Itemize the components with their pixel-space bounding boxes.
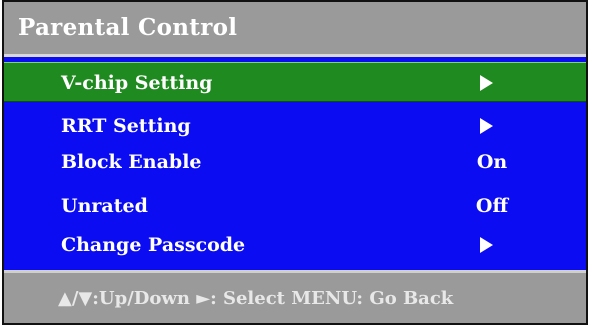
- menu-title: Parental Control: [18, 14, 238, 41]
- footer-hint: ▲/▼:Up/Down ►: Select MENU: Go Back: [58, 288, 454, 309]
- menu-item-label: Block Enable: [61, 151, 202, 173]
- right-arrow-icon: [480, 237, 493, 253]
- footer-hint-bar: ▲/▼:Up/Down ►: Select MENU: Go Back: [4, 270, 586, 323]
- right-arrow-icon: [480, 118, 493, 134]
- right-arrow-icon: [480, 75, 493, 91]
- menu-item-value: Off: [475, 195, 509, 217]
- menu-item-label: Unrated: [61, 195, 148, 217]
- menu-item-label: Change Passcode: [61, 234, 246, 256]
- title-bar: Parental Control: [4, 2, 586, 57]
- menu-item-rrt-setting[interactable]: RRT Setting: [4, 106, 586, 146]
- menu-item-value: On: [476, 151, 508, 173]
- menu-item-unrated[interactable]: Unrated Off: [4, 186, 586, 226]
- menu-item-label: V-chip Setting: [61, 72, 213, 94]
- menu-item-change-passcode[interactable]: Change Passcode: [4, 225, 586, 265]
- menu-item-vchip-setting[interactable]: V-chip Setting: [4, 62, 586, 102]
- menu-item-label: RRT Setting: [61, 115, 191, 137]
- menu-item-block-enable[interactable]: Block Enable On: [4, 142, 586, 182]
- parental-control-menu: Parental Control V-chip Setting RRT Sett…: [2, 0, 588, 325]
